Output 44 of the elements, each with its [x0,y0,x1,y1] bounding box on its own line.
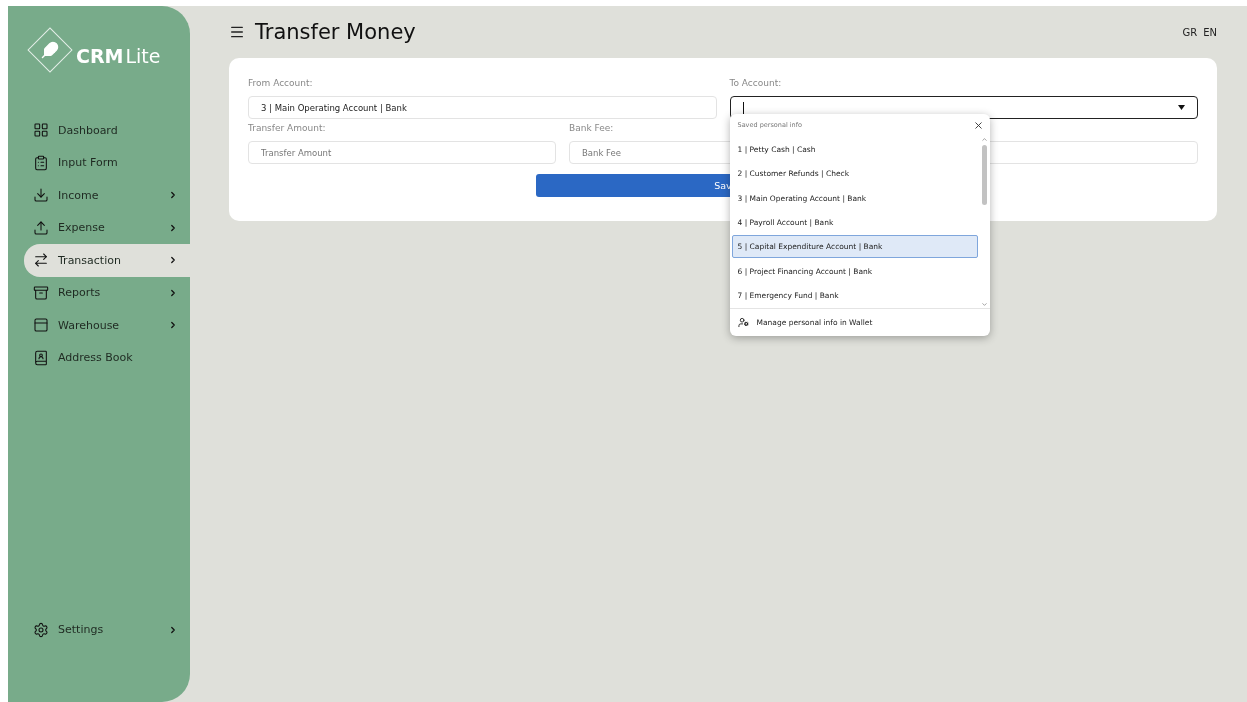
sidebar-item[interactable]: Settings [24,613,190,646]
sidebar-item-label: Warehouse [58,318,121,332]
sidebar-item-label: Income [58,188,100,202]
scroll-up-icon[interactable] [981,136,988,143]
field-label: Bank Fee: [569,123,614,135]
sidebar-item[interactable]: Income [24,179,190,212]
upload-icon [33,219,49,236]
scrollbar[interactable] [979,136,990,308]
dropdown-arrow-icon [1178,105,1185,110]
logo-text: CRM [76,45,124,67]
sidebar-item-label: Reports [58,286,102,300]
clipboard-icon [33,154,49,171]
sidebar-item-label: Address Book [58,351,134,365]
input-field[interactable]: Transfer Amount [248,141,556,164]
menu-icon[interactable] [229,24,245,40]
contact-book-icon [33,349,49,366]
grid-icon [33,122,49,139]
page-title: Transfer Money [255,20,417,44]
sidebar-item-label: Transaction [58,253,122,267]
sidebar-item-label: Dashboard [58,123,119,137]
tray-icon [33,284,49,301]
sidebar-item-label: Input Form [58,156,119,170]
text-cursor [742,101,744,114]
settings-icon [33,621,49,638]
sidebar-item-label: Expense [58,221,106,235]
field-label: To Account: [729,78,782,90]
sidebar-item[interactable]: Address Book [24,341,190,374]
close-icon[interactable] [972,119,984,131]
scroll-down-icon[interactable] [981,301,988,308]
field-label: Transfer Amount: [248,123,326,135]
sidebar-item[interactable]: Input Form [24,146,190,179]
input-field[interactable]: 3 | Main Operating Account | Bank [248,96,717,119]
language-option[interactable]: EN [1203,26,1217,38]
sidebar-item[interactable]: Dashboard [24,114,190,147]
arrows-icon [33,252,49,269]
sidebar-item[interactable]: Warehouse [24,309,190,342]
language-option[interactable]: GR [1182,26,1198,38]
download-icon [33,187,49,204]
sidebar-item[interactable]: Expense [24,211,190,244]
sidebar-item[interactable]: Reports [24,276,190,309]
logo-text: Lite [125,45,161,67]
field-label: From Account: [248,78,313,90]
sidebar-item-label: Settings [58,623,105,637]
sidebar-item[interactable]: Transaction [24,244,190,277]
